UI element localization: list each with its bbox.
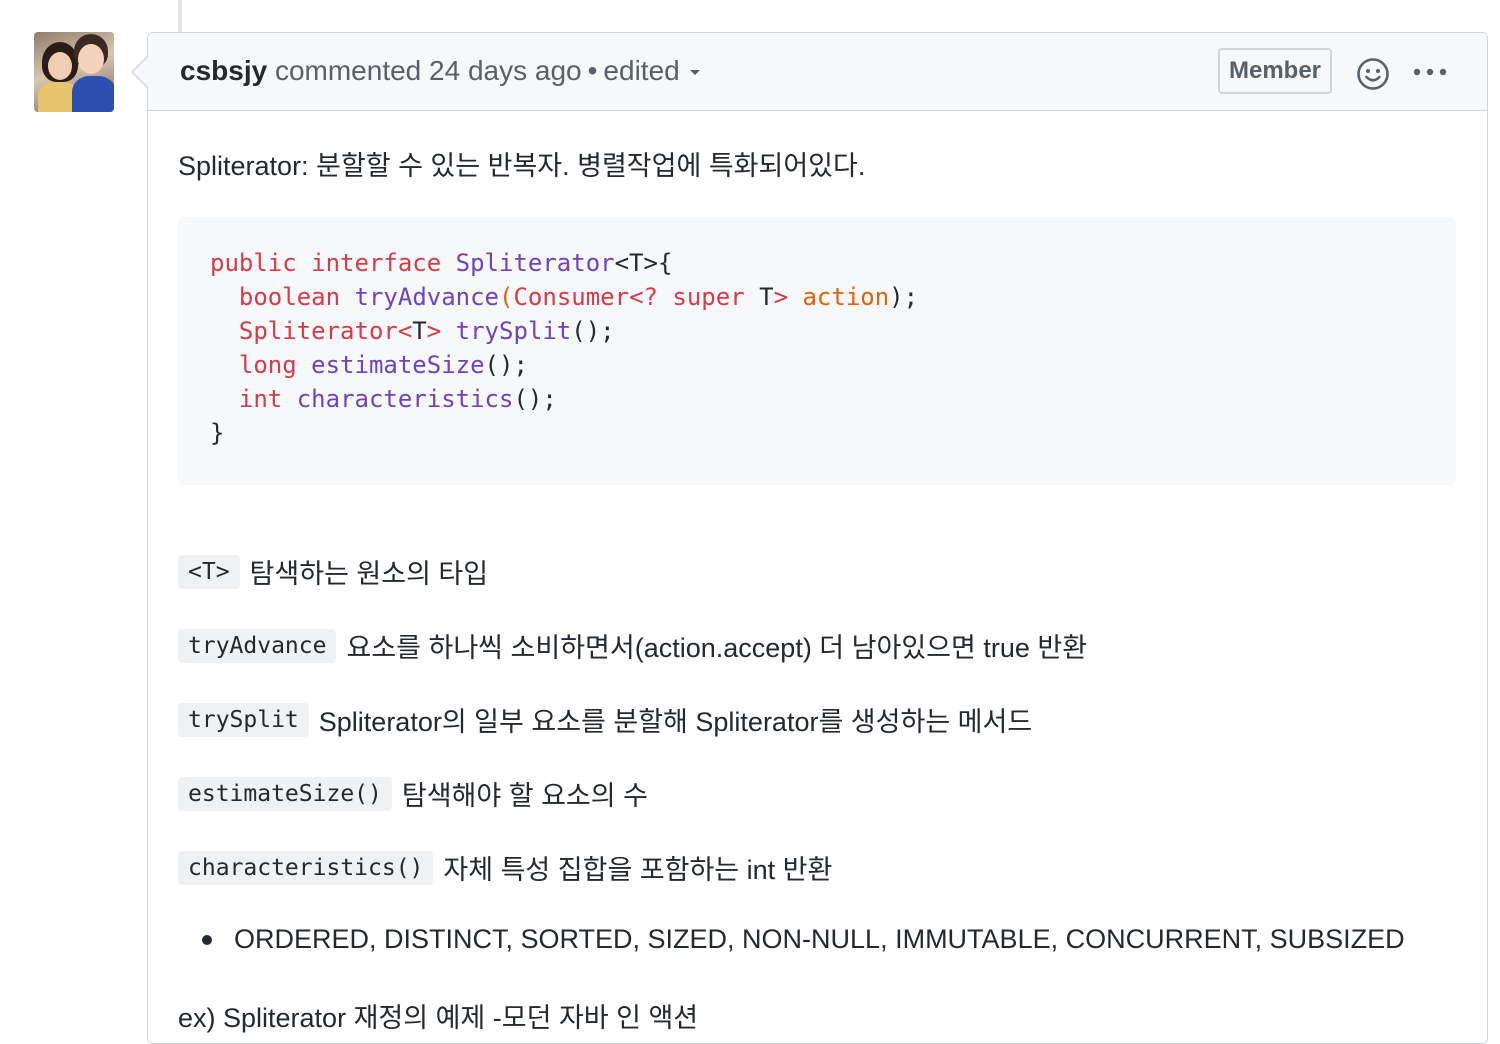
code-line-6: } bbox=[210, 419, 225, 447]
separator: • bbox=[587, 55, 598, 86]
comment-caret-fill bbox=[133, 57, 148, 87]
item-text: 자체 특성 집합을 포함하는 int 반환 bbox=[443, 855, 833, 885]
code-line-1: public interface Spliterator<T>{ bbox=[210, 249, 673, 277]
comment-time[interactable]: 24 days ago bbox=[429, 55, 582, 86]
member-badge: Member bbox=[1218, 48, 1332, 94]
code-line-5: int characteristics(); bbox=[238, 385, 557, 413]
avatar[interactable] bbox=[34, 32, 114, 112]
inline-code: estimateSize() bbox=[178, 776, 392, 811]
author-link[interactable]: csbsjy bbox=[180, 55, 267, 86]
edited-dropdown[interactable]: edited bbox=[603, 55, 700, 86]
bullet-item: ORDERED, DISTINCT, SORTED, SIZED, NON-NU… bbox=[202, 924, 1405, 955]
bullet-text: ORDERED, DISTINCT, SORTED, SIZED, NON-NU… bbox=[234, 924, 1405, 954]
list-item: <T> 탐색하는 원소의 타입 bbox=[178, 552, 488, 591]
kebab-horizontal-icon[interactable] bbox=[1412, 67, 1448, 77]
comment-header: csbsjy commented 24 days ago • edited Memb… bbox=[148, 33, 1487, 111]
code-block: public interface Spliterator<T>{ boolean… bbox=[178, 217, 1456, 485]
code-line-2: boolean tryAdvance(Consumer<? super T> a… bbox=[238, 283, 919, 311]
list-item: characteristics() 자체 특성 집합을 포함하는 int 반환 bbox=[178, 848, 832, 887]
intro-text: Spliterator: 분할할 수 있는 반복자. 병렬작업에 특화되어있다. bbox=[178, 151, 866, 181]
inline-code: <T> bbox=[178, 554, 240, 589]
comment-action: commented bbox=[274, 55, 422, 86]
edited-label: edited bbox=[603, 55, 680, 86]
code-line-4: long estimateSize(); bbox=[238, 351, 528, 379]
inline-code: trySplit bbox=[178, 702, 309, 737]
code-line-3: Spliterator<T> trySplit(); bbox=[238, 317, 615, 345]
list-item: trySplit Spliterator의 일부 요소를 분할해 Spliter… bbox=[178, 700, 1032, 739]
item-text: Spliterator의 일부 요소를 분할해 Spliterator를 생성하… bbox=[318, 707, 1033, 737]
timeline-line bbox=[178, 0, 182, 34]
comment-box: csbsjy commented 24 days ago • edited Memb… bbox=[147, 32, 1488, 1044]
inline-code: characteristics() bbox=[178, 850, 434, 885]
inline-code: tryAdvance bbox=[178, 628, 337, 663]
example-text: ex) Spliterator 재정의 예제 -모던 자바 인 액션 bbox=[178, 1003, 699, 1033]
smiley-icon[interactable] bbox=[1356, 57, 1390, 91]
bullet-icon bbox=[202, 934, 212, 945]
list-item: tryAdvance 요소를 하나씩 소비하면서(action.accept) … bbox=[178, 626, 1087, 665]
list-item: estimateSize() 탐색해야 할 요소의 수 bbox=[178, 774, 648, 813]
chevron-down-icon bbox=[689, 70, 700, 76]
comment-header-text: csbsjy commented 24 days ago • edited bbox=[180, 55, 700, 87]
item-text: 요소를 하나씩 소비하면서(action.accept) 더 남아있으면 tru… bbox=[346, 633, 1088, 663]
item-text: 탐색해야 할 요소의 수 bbox=[401, 781, 648, 811]
item-text: 탐색하는 원소의 타입 bbox=[249, 559, 489, 589]
